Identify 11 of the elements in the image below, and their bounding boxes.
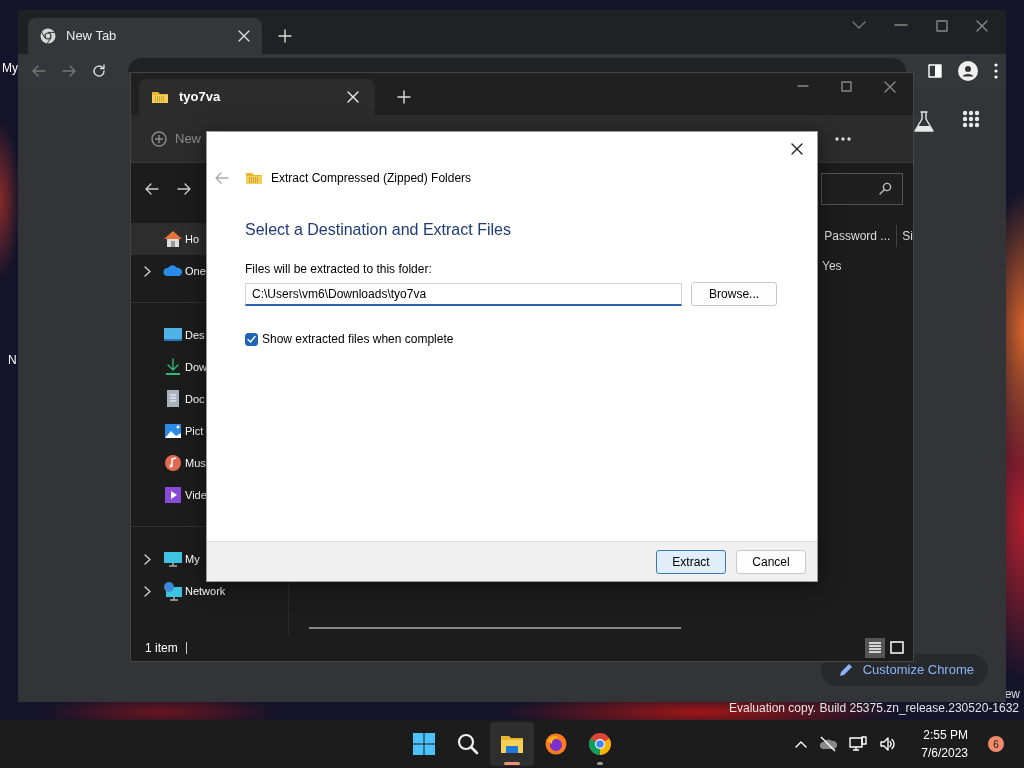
field-label: Files will be extracted to this folder:: [245, 261, 433, 278]
evaluation-notice: Evaluation copy. Build 25375.zn_release.230520-1632: [729, 700, 1019, 717]
tab-title: New Tab: [66, 27, 118, 46]
tab-title: tyo7va: [179, 88, 222, 107]
dialog-title: Extract Compressed (Zipped) Folders: [271, 170, 472, 187]
date-text: 7/6/2023: [921, 745, 968, 762]
checkbox-label: Show extracted files when complete: [262, 331, 454, 348]
dialog-heading: Select a Destination and Extract Files: [245, 220, 512, 240]
time-text: 2:55 PM: [923, 727, 968, 744]
status-text: 1 item: [145, 640, 178, 657]
table-cell-text: Yes: [822, 258, 843, 275]
